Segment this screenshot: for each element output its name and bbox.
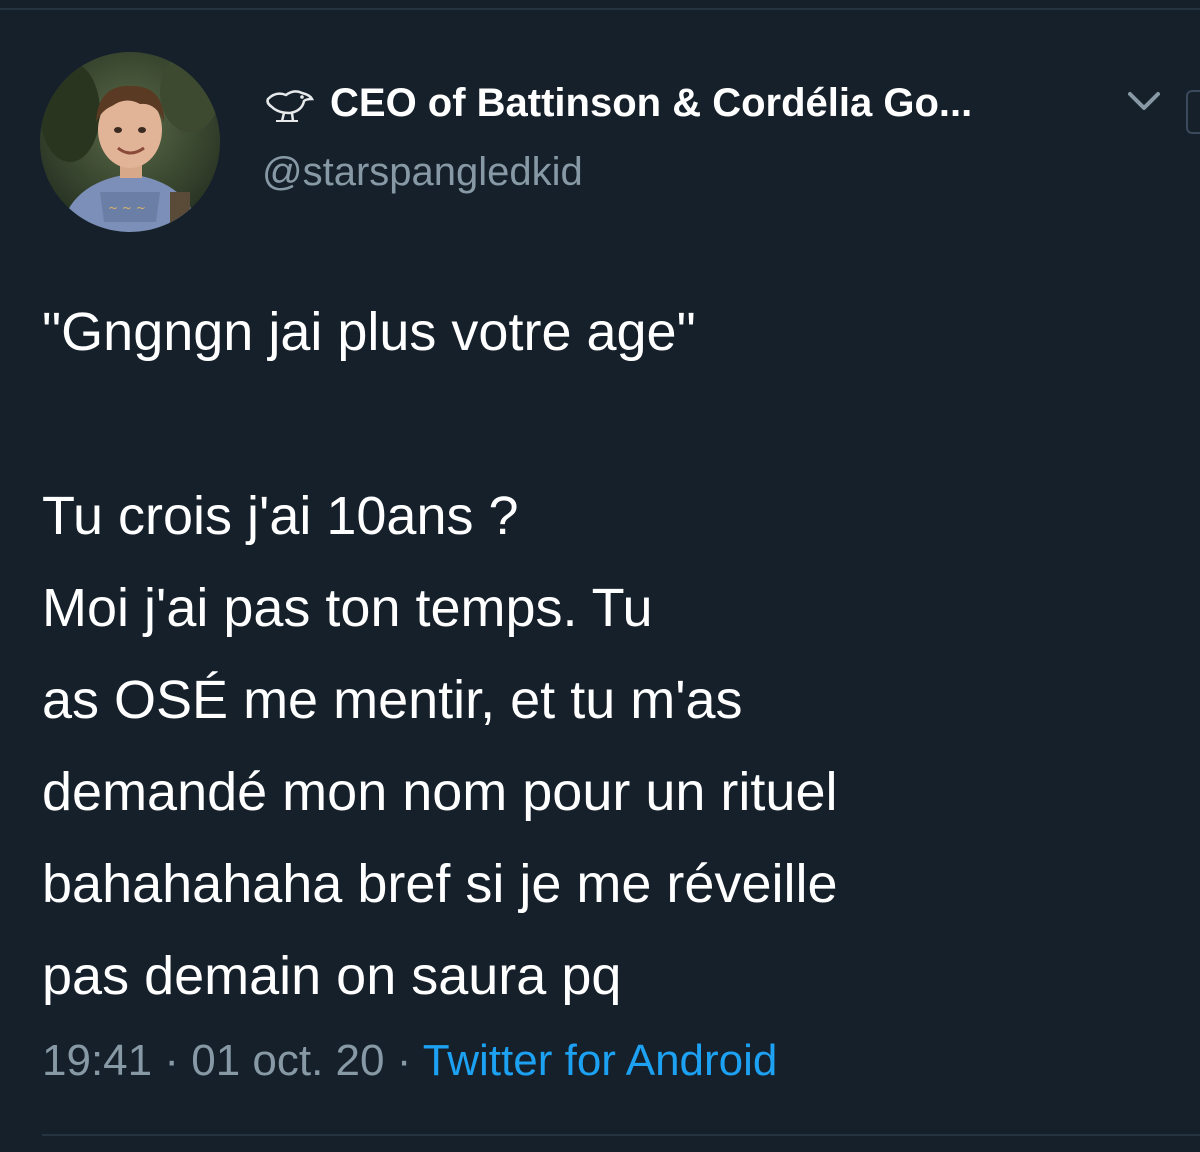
tweet-time[interactable]: 19:41 (42, 1036, 152, 1085)
svg-text:~ ~ ~: ~ ~ ~ (108, 201, 146, 215)
meta-separator: · (152, 1036, 192, 1085)
tweet-line: Moi j'ai pas ton temps. Tu (42, 578, 653, 638)
tweet-body: "Gngngn jai plus votre age" Tu crois j'a… (42, 286, 1162, 1022)
display-name[interactable]: CEO of Battinson & Cordélia Go... (330, 81, 972, 126)
tweet-line: pas demain on saura pq (42, 946, 622, 1006)
tweet-line: Tu crois j'ai 10ans ? (42, 486, 519, 546)
tweet-header: CEO of Battinson & Cordélia Go... @stars… (262, 78, 972, 195)
avatar-image: ~ ~ ~ (40, 52, 220, 232)
bird-icon (262, 83, 316, 123)
chevron-down-icon[interactable] (1124, 86, 1164, 116)
tweet-meta: 19:41 · 01 oct. 20 · Twitter for Android (42, 1036, 777, 1086)
tweet-line: bahahahaha bref si je me réveille (42, 854, 838, 914)
scroll-tab[interactable] (1186, 90, 1200, 134)
tweet-line: demandé mon nom pour un rituel (42, 762, 838, 822)
tweet-date[interactable]: 01 oct. 20 (191, 1036, 384, 1085)
user-handle[interactable]: @starspangledkid (262, 150, 972, 195)
bottom-divider (42, 1134, 1200, 1136)
meta-separator: · (384, 1036, 423, 1085)
tweet-source-link[interactable]: Twitter for Android (423, 1036, 778, 1085)
avatar[interactable]: ~ ~ ~ (40, 52, 220, 232)
tweet-line: as OSÉ me mentir, et tu m'as (42, 670, 743, 730)
top-divider (0, 8, 1200, 10)
tweet-line: "Gngngn jai plus votre age" (42, 302, 696, 362)
name-row[interactable]: CEO of Battinson & Cordélia Go... (262, 78, 972, 128)
